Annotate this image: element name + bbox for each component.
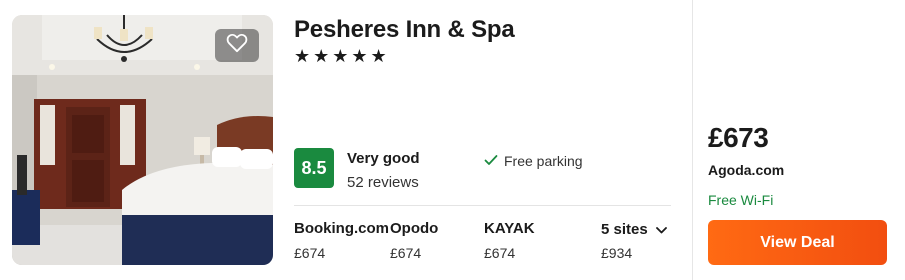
site-booking-price[interactable]: £674 bbox=[294, 245, 325, 261]
site-kayak-name[interactable]: KAYAK bbox=[484, 220, 535, 237]
more-sites-price[interactable]: £934 bbox=[601, 245, 632, 261]
site-opodo-price[interactable]: £674 bbox=[390, 245, 421, 261]
favorite-button[interactable] bbox=[215, 29, 259, 62]
amenity-free-parking: Free parking bbox=[484, 153, 583, 169]
site-booking-name[interactable]: Booking.com bbox=[294, 220, 389, 237]
hotel-result-card: Pesheres Inn & Spa ★★★★★ 8.5 Very good 5… bbox=[0, 0, 905, 280]
rating-word: Very good bbox=[347, 150, 420, 167]
more-sites-toggle[interactable]: 5 sites bbox=[601, 221, 667, 238]
amenity-label: Free parking bbox=[504, 153, 583, 169]
deal-extra: Free Wi-Fi bbox=[708, 192, 774, 208]
score-badge: 8.5 bbox=[294, 148, 334, 188]
deal-provider: Agoda.com bbox=[708, 162, 785, 178]
more-sites-label: 5 sites bbox=[601, 221, 648, 238]
view-deal-button[interactable]: View Deal bbox=[708, 220, 887, 265]
review-count[interactable]: 52 reviews bbox=[347, 174, 419, 191]
site-opodo-name[interactable]: Opodo bbox=[390, 220, 438, 237]
divider bbox=[294, 205, 671, 206]
check-icon bbox=[484, 153, 498, 169]
hotel-name[interactable]: Pesheres Inn & Spa bbox=[294, 16, 515, 44]
star-rating: ★★★★★ bbox=[294, 46, 390, 66]
heart-icon bbox=[226, 33, 248, 58]
best-price: £673 bbox=[708, 122, 769, 153]
site-kayak-price[interactable]: £674 bbox=[484, 245, 515, 261]
panel-separator bbox=[692, 0, 693, 280]
chevron-down-icon bbox=[655, 221, 667, 238]
